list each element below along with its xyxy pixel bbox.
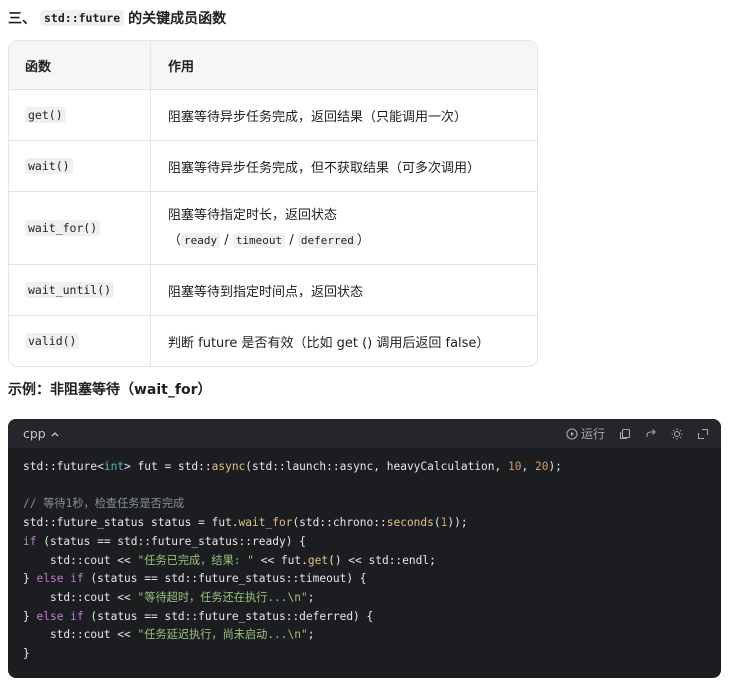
function-name: wait_for(): [25, 219, 101, 236]
copy-icon[interactable]: [619, 428, 631, 440]
chevron-up-icon: [51, 431, 59, 436]
example-title: 示例：非阻塞等待（wait_for）: [8, 382, 212, 398]
function-desc: 阻塞等待到指定时间点，返回状态: [150, 264, 537, 316]
section-prefix: 三、: [8, 11, 36, 27]
expand-icon[interactable]: [697, 428, 709, 440]
code-line: } else if (status == std::future_status:…: [23, 609, 374, 623]
table-header-row: 函数 作用: [9, 41, 537, 90]
table-row: wait() 阻塞等待异步任务完成，但不获取结果（可多次调用）: [9, 140, 537, 192]
status-deferred: deferred: [297, 233, 357, 248]
code-header: cpp 运行: [8, 419, 721, 448]
section-inline-code: std::future: [40, 10, 125, 26]
code-line: if (status == std::future_status::ready)…: [23, 534, 306, 548]
function-desc: 阻塞等待指定时长，返回状态 （ready / timeout / deferre…: [150, 191, 537, 265]
run-label: 运行: [580, 427, 605, 441]
function-name: wait_until(): [25, 281, 115, 298]
play-circle-icon: [566, 427, 578, 440]
run-button[interactable]: 运行: [566, 425, 605, 442]
section-heading: 三、 std::future 的关键成员函数: [8, 8, 226, 28]
table-row: wait_until() 阻塞等待到指定时间点，返回状态: [9, 264, 537, 316]
language-selector[interactable]: cpp: [23, 426, 60, 441]
header-purpose: 作用: [150, 41, 537, 90]
section-suffix: 的关键成员函数: [128, 11, 227, 27]
status-values: （ready / timeout / deferred）: [168, 233, 370, 248]
code-line: } else if (status == std::future_status:…: [23, 572, 367, 586]
function-name: get(): [25, 106, 66, 123]
status-ready: ready: [181, 233, 221, 248]
code-toolbar: 运行: [566, 425, 709, 442]
status-timeout: timeout: [232, 233, 286, 248]
function-desc: 判断 future 是否有效（比如 get () 调用后返回 false）: [168, 335, 490, 351]
code-line: std::future<int> fut = std::async(std::l…: [23, 460, 562, 473]
member-functions-table: 函数 作用 get() 阻塞等待异步任务完成，返回结果（只能调用一次） wait…: [8, 40, 538, 367]
function-desc: 阻塞等待异步任务完成，但不获取结果（可多次调用）: [150, 140, 537, 192]
code-line: // 等待1秒，检查任务是否完成: [23, 497, 185, 511]
table-row: valid() 判断 future 是否有效（比如 get () 调用后返回 f…: [9, 315, 537, 366]
theme-sun-icon[interactable]: [671, 428, 683, 440]
share-icon[interactable]: [645, 428, 657, 440]
code-line: }: [23, 647, 30, 661]
code-line: std::cout << "任务已完成，结果: " << fut.get() <…: [23, 553, 436, 567]
code-block: cpp 运行 std::future<int> fut = std::async…: [8, 419, 721, 678]
function-desc-line: 阻塞等待指定时长，返回状态: [168, 208, 338, 223]
code-line: std::future_status status = fut.wait_for…: [23, 516, 468, 530]
table-row: get() 阻塞等待异步任务完成，返回结果（只能调用一次）: [9, 89, 537, 141]
code-content: std::future<int> fut = std::async(std::l…: [8, 448, 721, 664]
header-function: 函数: [9, 41, 151, 90]
function-name: valid(): [25, 332, 80, 349]
code-line: std::cout << "等待超时，任务还在执行...\n";: [23, 590, 315, 604]
function-name: wait(): [25, 157, 73, 174]
function-desc: 阻塞等待异步任务完成，返回结果（只能调用一次）: [150, 89, 537, 141]
code-line: std::cout << "任务延迟执行，尚未启动...\n";: [23, 628, 315, 642]
table-row: wait_for() 阻塞等待指定时长，返回状态 （ready / timeou…: [9, 191, 537, 265]
language-label: cpp: [23, 426, 46, 441]
